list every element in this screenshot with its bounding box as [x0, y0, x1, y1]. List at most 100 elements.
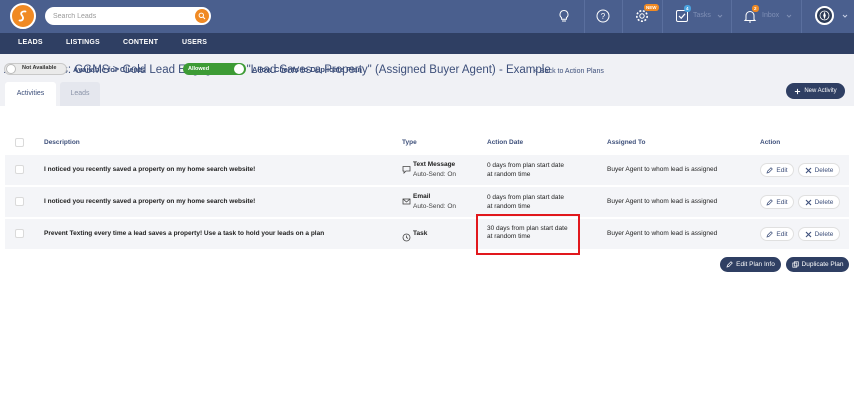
- edit-button[interactable]: Edit: [760, 227, 794, 241]
- close-icon: [805, 199, 811, 205]
- row-checkbox[interactable]: [15, 165, 24, 174]
- compass-icon: [819, 10, 830, 21]
- row-assigned: Buyer Agent to whom lead is assigned: [607, 166, 718, 173]
- edit-label: Edit: [776, 166, 788, 174]
- divider: [622, 0, 623, 33]
- row-checkbox[interactable]: [15, 197, 24, 206]
- table-row: I noticed you recently saved a property …: [5, 187, 849, 217]
- column-header-type[interactable]: Type: [402, 139, 417, 146]
- tasks-label[interactable]: Tasks: [693, 12, 711, 19]
- clock-icon: [402, 229, 411, 242]
- delete-label: Delete: [814, 198, 834, 206]
- new-activity-label: New Activity: [804, 88, 837, 94]
- row-date-line1: 0 days from plan start date: [487, 162, 564, 169]
- tab-leads[interactable]: Leads: [60, 82, 100, 106]
- column-header-action: Action: [760, 139, 781, 146]
- available-for-clients-label: Available for Clients: [73, 65, 145, 74]
- divider: [731, 0, 732, 33]
- pencil-icon: [766, 166, 774, 174]
- app-logo[interactable]: [10, 3, 36, 29]
- edit-button[interactable]: Edit: [760, 195, 794, 209]
- table-row: Prevent Texting every time a lead saves …: [5, 219, 849, 249]
- column-header-assigned-to: Assigned To: [607, 139, 646, 146]
- row-date-line2: at random time: [487, 203, 531, 210]
- edit-label: Edit: [776, 230, 788, 238]
- new-activity-button[interactable]: New Activity: [786, 83, 845, 99]
- help-icon[interactable]: ?: [595, 8, 611, 24]
- toggle-state-label: Not Available: [22, 65, 57, 71]
- row-type: Email: [413, 193, 431, 200]
- pencil-icon: [766, 198, 774, 206]
- column-header-description[interactable]: Description: [44, 139, 80, 146]
- row-checkbox[interactable]: [15, 229, 24, 238]
- pencil-icon: [726, 261, 733, 268]
- logo-icon: [18, 10, 27, 22]
- row-description[interactable]: I noticed you recently saved a property …: [44, 166, 255, 173]
- pencil-icon: [766, 230, 774, 238]
- main-nav: LEADS LISTINGS CONTENT USERS: [0, 33, 854, 54]
- row-date-line1: 0 days from plan start date: [487, 194, 564, 201]
- close-icon: [805, 231, 811, 237]
- tab-activities[interactable]: Activities: [5, 82, 56, 106]
- search-button[interactable]: [195, 9, 209, 23]
- envelope-icon: [402, 193, 411, 205]
- row-assigned: Buyer Agent to whom lead is assigned: [607, 230, 718, 237]
- column-header-action-date[interactable]: Action Date: [487, 139, 523, 146]
- chevron-down-icon[interactable]: [785, 12, 793, 20]
- divider: [584, 0, 585, 33]
- duplicate-plan-toggle[interactable]: Allowed: [183, 63, 246, 75]
- toggle-knob: [234, 64, 244, 74]
- chevron-down-icon[interactable]: [716, 12, 724, 20]
- top-bar: ? NEW 4 Tasks 2 Inbox: [0, 0, 854, 33]
- row-assigned: Buyer Agent to whom lead is assigned: [607, 198, 718, 205]
- row-date-line2: at random time: [487, 171, 531, 178]
- inbox-count-badge: 2: [752, 5, 759, 12]
- row-description[interactable]: I noticed you recently saved a property …: [44, 198, 255, 205]
- delete-button[interactable]: Delete: [798, 163, 840, 177]
- row-description[interactable]: Prevent Texting every time a lead saves …: [44, 230, 324, 237]
- divider: [801, 0, 802, 33]
- lightbulb-icon[interactable]: [556, 8, 572, 24]
- delete-button[interactable]: Delete: [798, 195, 840, 209]
- settings-new-badge: NEW: [644, 4, 659, 11]
- chevron-down-icon[interactable]: [841, 12, 849, 20]
- row-type: Task: [413, 230, 428, 237]
- delete-label: Delete: [814, 166, 834, 174]
- plus-icon: [795, 88, 801, 94]
- edit-button[interactable]: Edit: [760, 163, 794, 177]
- edit-plan-info-label: Edit Plan Info: [736, 261, 775, 268]
- search-icon: [198, 12, 206, 20]
- edit-plan-info-button[interactable]: Edit Plan Info: [720, 257, 781, 272]
- row-type-sub: Auto-Send: On: [413, 171, 456, 178]
- allow-duplicate-label: Allow Clients to Duplicate Plan: [252, 65, 363, 74]
- user-avatar[interactable]: [815, 6, 834, 25]
- nav-users[interactable]: USERS: [182, 39, 207, 46]
- row-type: Text Message: [413, 161, 456, 168]
- search-input[interactable]: [53, 10, 188, 22]
- copy-icon: [791, 261, 799, 268]
- divider: [662, 0, 663, 33]
- select-all-checkbox[interactable]: [15, 138, 24, 147]
- svg-text:?: ?: [601, 12, 606, 21]
- nav-listings[interactable]: LISTINGS: [66, 39, 100, 46]
- chat-icon: [402, 161, 411, 174]
- close-icon: [805, 167, 811, 173]
- inbox-label[interactable]: Inbox: [762, 12, 779, 19]
- delete-button[interactable]: Delete: [798, 227, 840, 241]
- table-row: I noticed you recently saved a property …: [5, 155, 849, 185]
- nav-leads[interactable]: LEADS: [18, 39, 43, 46]
- available-for-clients-toggle[interactable]: Not Available: [4, 63, 67, 75]
- highlight-box: [476, 214, 580, 255]
- tasks-count-badge: 4: [684, 5, 691, 12]
- search-bar: [45, 7, 211, 25]
- edit-label: Edit: [776, 198, 788, 206]
- row-type-sub: Auto-Send: On: [413, 203, 456, 210]
- delete-label: Delete: [814, 230, 834, 238]
- duplicate-plan-label: Duplicate Plan: [801, 261, 844, 268]
- toggle-knob: [6, 64, 16, 74]
- toggle-state-label: Allowed: [188, 65, 210, 72]
- nav-content[interactable]: CONTENT: [123, 39, 158, 46]
- duplicate-plan-button[interactable]: Duplicate Plan: [786, 257, 849, 272]
- back-to-action-plans-link[interactable]: < Back to Action Plans: [534, 68, 604, 75]
- activities-panel: [0, 106, 854, 403]
